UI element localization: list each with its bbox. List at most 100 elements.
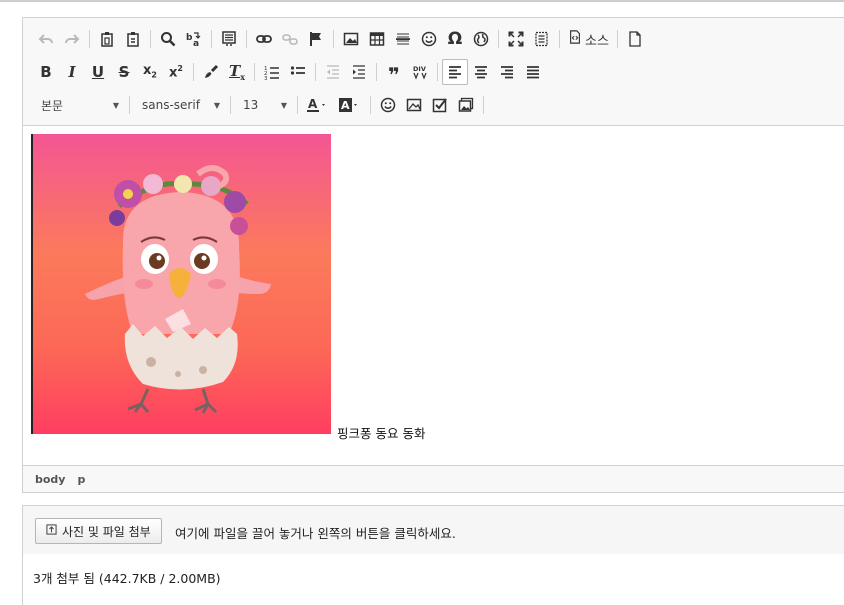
- superscript-icon: x2: [169, 63, 183, 81]
- bg-color-button[interactable]: A: [334, 92, 366, 118]
- chick-illustration: [85, 165, 271, 414]
- horizontal-rule-icon: [395, 31, 411, 47]
- upload-icon: [46, 524, 57, 538]
- image-caption-text[interactable]: 핑크퐁 동요 동화: [337, 423, 425, 442]
- paste-text-button[interactable]: [120, 26, 146, 52]
- toolbar-separator: [616, 30, 618, 48]
- clear-format-icon: Tx: [229, 61, 245, 82]
- file-drop-zone[interactable]: 사진 및 파일 첨부 여기에 파일을 끌어 놓거나 왼쪽의 버튼을 클릭하세요.: [23, 506, 844, 554]
- show-blocks-button[interactable]: [529, 26, 555, 52]
- toolbar-separator: [211, 30, 212, 48]
- font-select[interactable]: sans-serif ▼: [134, 93, 226, 117]
- toolbar-separator: [246, 30, 247, 48]
- chevron-down-icon: ▼: [280, 100, 287, 110]
- iframe-button[interactable]: [468, 26, 494, 52]
- svg-text:DIV: DIV: [413, 65, 426, 73]
- align-center-button[interactable]: [468, 59, 494, 85]
- undo-button[interactable]: [33, 26, 59, 52]
- remove-format-button[interactable]: Tx: [224, 59, 250, 85]
- images-icon: [458, 97, 474, 113]
- image-insert-button[interactable]: [401, 92, 427, 118]
- paste-text-icon: [125, 31, 141, 47]
- justify-icon: [525, 64, 541, 80]
- indent-button[interactable]: [346, 59, 372, 85]
- new-page-button[interactable]: [622, 26, 648, 52]
- image-icon: [343, 31, 359, 47]
- undo-icon: [38, 31, 54, 47]
- bold-button[interactable]: B: [33, 59, 59, 85]
- source-button[interactable]: 소스: [564, 26, 613, 52]
- div-container-icon: DIV: [412, 64, 428, 80]
- align-left-button[interactable]: [442, 59, 468, 85]
- image-icon: [406, 97, 422, 113]
- font-size-select-value: 13: [243, 98, 259, 112]
- unlink-icon: [282, 31, 298, 47]
- format-select-value: 본문: [41, 98, 64, 113]
- smiley-icon: [421, 31, 437, 47]
- checkbox-button[interactable]: [427, 92, 453, 118]
- blockquote-button[interactable]: ❞: [381, 59, 407, 85]
- toolbar-separator: [559, 30, 560, 48]
- chevron-down-icon: ▼: [112, 100, 119, 110]
- replace-button[interactable]: ba: [181, 26, 207, 52]
- redo-button[interactable]: [59, 26, 85, 52]
- show-blocks-icon: [534, 31, 550, 47]
- toolbar-separator: [498, 30, 499, 48]
- outdent-button[interactable]: [320, 59, 346, 85]
- subscript-button[interactable]: x2: [137, 59, 163, 85]
- attach-files-button[interactable]: 사진 및 파일 첨부: [35, 518, 162, 544]
- div-button[interactable]: DIV: [407, 59, 433, 85]
- numbered-list-icon: 123: [264, 64, 280, 80]
- link-button[interactable]: [251, 26, 277, 52]
- path-item-body[interactable]: body: [35, 473, 65, 486]
- indent-icon: [351, 64, 367, 80]
- table-button[interactable]: [364, 26, 390, 52]
- align-right-icon: [499, 64, 515, 80]
- italic-button[interactable]: I: [59, 59, 85, 85]
- checkbox-icon: [432, 97, 448, 113]
- maximize-button[interactable]: [503, 26, 529, 52]
- emoticon-button[interactable]: [375, 92, 401, 118]
- toolbar-separator: [150, 30, 151, 48]
- bulleted-list-button[interactable]: [285, 59, 311, 85]
- underline-button[interactable]: U: [85, 59, 111, 85]
- special-char-button[interactable]: Ω: [442, 26, 468, 52]
- toolbar-separator: [437, 63, 438, 81]
- text-color-icon: A: [307, 97, 329, 113]
- image-button[interactable]: [338, 26, 364, 52]
- rich-text-editor: ba Ω 소스 B I U S x2 x2 Tx 1 2 3 ❞ DIV 본문 …: [22, 17, 844, 493]
- inserted-image[interactable]: [31, 134, 331, 434]
- text-color-button[interactable]: A: [302, 92, 334, 118]
- copy-format-button[interactable]: [198, 59, 224, 85]
- path-item-p[interactable]: p: [77, 473, 85, 486]
- file-attach-panel: 사진 및 파일 첨부 여기에 파일을 끌어 놓거나 왼쪽의 버튼을 클릭하세요.…: [22, 505, 844, 605]
- toolbar-separator: [370, 96, 371, 114]
- chevron-down-icon: ▼: [213, 100, 220, 110]
- quote-icon: ❞: [388, 63, 400, 87]
- source-button-label: 소스: [585, 33, 609, 49]
- editor-content-area[interactable]: 핑크퐁 동요 동화: [23, 126, 844, 466]
- font-size-select[interactable]: 13 ▼: [235, 93, 293, 117]
- numbered-list-button[interactable]: 123: [259, 59, 285, 85]
- emoji-button[interactable]: [416, 26, 442, 52]
- image-gallery-button[interactable]: [453, 92, 479, 118]
- bold-icon: B: [40, 62, 52, 81]
- horizontal-rule-button[interactable]: [390, 26, 416, 52]
- paste-button[interactable]: [94, 26, 120, 52]
- select-all-button[interactable]: [216, 26, 242, 52]
- attachment-status: 3개 첨부 됨 (442.7KB / 2.00MB): [33, 571, 221, 586]
- unlink-button[interactable]: [277, 26, 303, 52]
- find-button[interactable]: [155, 26, 181, 52]
- toolbar-separator: [89, 30, 90, 48]
- anchor-button[interactable]: [303, 26, 329, 52]
- table-icon: [369, 31, 385, 47]
- strike-button[interactable]: S: [111, 59, 137, 85]
- align-right-button[interactable]: [494, 59, 520, 85]
- smiley-icon: [380, 97, 396, 113]
- justify-button[interactable]: [520, 59, 546, 85]
- format-select[interactable]: 본문 ▼: [33, 93, 125, 117]
- italic-icon: I: [68, 62, 76, 81]
- globe-icon: [473, 31, 489, 47]
- svg-text:A: A: [341, 99, 350, 112]
- superscript-button[interactable]: x2: [163, 59, 189, 85]
